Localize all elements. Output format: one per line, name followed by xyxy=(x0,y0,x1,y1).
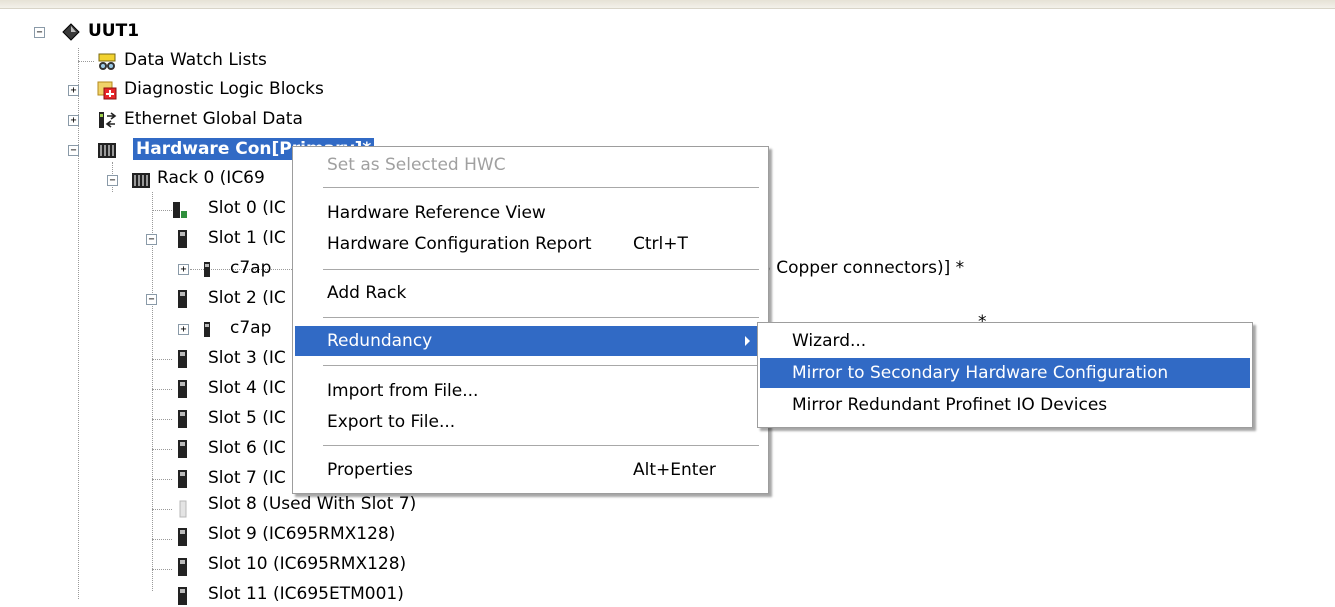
tree-line xyxy=(152,479,172,480)
menu-separator xyxy=(323,365,759,366)
collapse-toggle[interactable]: − xyxy=(146,294,157,305)
menu-item-set-as-selected-hwc[interactable]: Set as Selected HWC xyxy=(295,150,766,180)
tree-item-diagnostic-logic-blocks[interactable]: Diagnostic Logic Blocks xyxy=(124,79,324,99)
rack-icon xyxy=(132,173,150,188)
menu-item-import-from-file[interactable]: Import from File... xyxy=(295,376,766,406)
tree-item-slot-11[interactable]: Slot 11 (IC695ETM001) xyxy=(208,584,404,604)
tree-item-data-watch-lists[interactable]: Data Watch Lists xyxy=(124,50,267,70)
module-icon xyxy=(178,470,187,488)
target-diamond-icon xyxy=(62,23,80,41)
menu-separator xyxy=(323,317,759,318)
tree-line xyxy=(152,449,172,450)
module-icon xyxy=(178,290,187,308)
module-icon xyxy=(178,587,187,605)
tree-line xyxy=(152,210,172,211)
tree-line xyxy=(152,359,172,360)
tree-root-label[interactable]: UUT1 xyxy=(88,21,139,41)
tree-line xyxy=(152,192,153,591)
power-supply-icon xyxy=(173,202,187,218)
ethernet-icon xyxy=(99,112,117,128)
tree-line xyxy=(152,569,172,570)
menu-item-redundancy[interactable]: Redundancy xyxy=(295,326,766,356)
tree-item-slot-1[interactable]: Slot 1 (IC xyxy=(208,228,286,248)
tree-item-fragment: 5 Copper connectors)] * xyxy=(760,258,965,278)
menu-item-hardware-configuration-report[interactable]: Hardware Configuration Report Ctrl+T xyxy=(295,229,766,259)
tree-item-c7ap-2[interactable]: c7ap xyxy=(230,318,271,338)
tree-item-slot-7[interactable]: Slot 7 (IC xyxy=(208,468,286,488)
watch-list-icon xyxy=(98,53,116,70)
tree-item-slot-5[interactable]: Slot 5 (IC xyxy=(208,408,286,428)
expand-toggle[interactable]: + xyxy=(178,264,189,275)
menu-separator xyxy=(323,269,759,270)
empty-slot-icon xyxy=(179,500,187,518)
module-icon xyxy=(178,440,187,458)
tree-item-slot-4[interactable]: Slot 4 (IC xyxy=(208,378,286,398)
submodule-icon xyxy=(204,262,210,277)
module-icon xyxy=(178,350,187,368)
collapse-toggle[interactable]: − xyxy=(107,175,118,186)
submenu-item-mirror-to-secondary[interactable]: Mirror to Secondary Hardware Configurati… xyxy=(760,358,1250,388)
menu-item-add-rack[interactable]: Add Rack xyxy=(295,278,766,308)
expand-toggle[interactable]: + xyxy=(68,115,79,126)
menu-item-export-to-file[interactable]: Export to File... xyxy=(295,407,766,437)
collapse-toggle[interactable]: − xyxy=(68,145,79,156)
tree-item-slot-10[interactable]: Slot 10 (IC695RMX128) xyxy=(208,554,406,574)
tree-line xyxy=(78,61,94,62)
module-icon xyxy=(178,528,187,546)
tree-item-slot-2[interactable]: Slot 2 (IC xyxy=(208,288,286,308)
collapse-toggle[interactable]: − xyxy=(146,234,157,245)
hardware-rack-icon xyxy=(98,143,116,158)
expand-toggle[interactable]: + xyxy=(178,324,189,335)
tree-item-ethernet-global-data[interactable]: Ethernet Global Data xyxy=(124,109,303,129)
tree-item-slot-0[interactable]: Slot 0 (IC xyxy=(208,198,286,218)
shortcut-label: Alt+Enter xyxy=(633,460,716,480)
module-icon xyxy=(178,380,187,398)
redundancy-submenu: Wizard... Mirror to Secondary Hardware C… xyxy=(757,322,1253,428)
tree-item-slot-6[interactable]: Slot 6 (IC xyxy=(208,438,286,458)
tree-item-slot-8[interactable]: Slot 8 (Used With Slot 7) xyxy=(208,494,416,514)
menu-item-hardware-reference-view[interactable]: Hardware Reference View xyxy=(295,198,766,228)
menu-separator xyxy=(323,187,759,188)
tree-line xyxy=(152,539,172,540)
tree-line xyxy=(152,419,172,420)
submenu-arrow-icon xyxy=(745,336,750,346)
expand-toggle[interactable]: + xyxy=(68,85,79,96)
tree-item-slot-3[interactable]: Slot 3 (IC xyxy=(208,348,286,368)
submenu-item-wizard[interactable]: Wizard... xyxy=(760,326,1250,356)
submodule-icon xyxy=(204,322,210,337)
context-menu: Set as Selected HWC Hardware Reference V… xyxy=(292,146,769,494)
diagnostic-block-icon xyxy=(97,81,117,100)
tree-item-c7ap-1[interactable]: c7ap xyxy=(230,258,271,278)
tree-item-slot-9[interactable]: Slot 9 (IC695RMX128) xyxy=(208,524,395,544)
tree-item-rack-0[interactable]: Rack 0 (IC69 xyxy=(157,168,265,188)
shortcut-label: Ctrl+T xyxy=(633,234,688,254)
module-icon xyxy=(178,410,187,428)
module-icon xyxy=(178,558,187,576)
menu-separator xyxy=(323,445,759,446)
tree-line xyxy=(152,389,172,390)
menu-item-properties[interactable]: Properties Alt+Enter xyxy=(295,455,766,485)
module-icon xyxy=(178,230,187,248)
tree-line xyxy=(78,48,79,599)
tree-line xyxy=(152,509,172,510)
submenu-item-mirror-redundant-profinet[interactable]: Mirror Redundant Profinet IO Devices xyxy=(760,390,1250,420)
collapse-toggle[interactable]: − xyxy=(34,27,45,38)
